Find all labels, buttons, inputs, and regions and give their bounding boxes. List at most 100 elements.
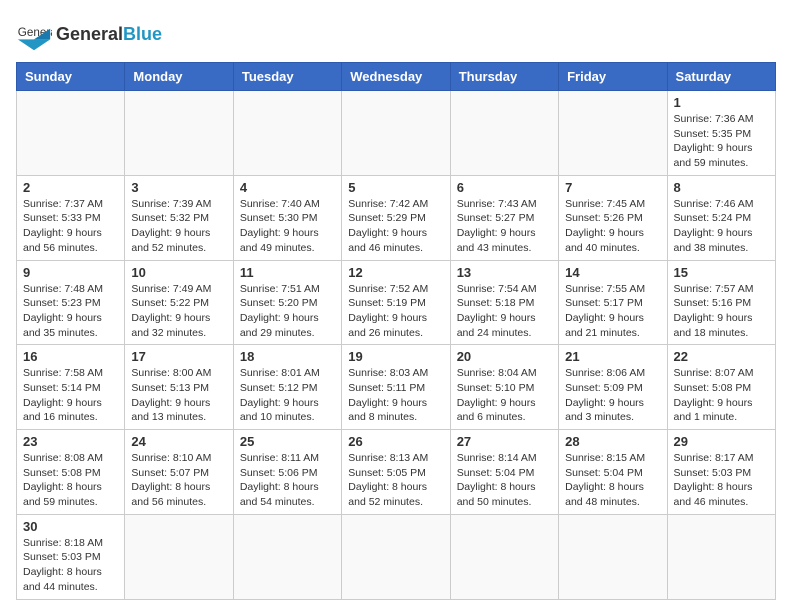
calendar-day-cell: 20 Sunrise: 8:04 AMSunset: 5:10 PMDayligh… <box>450 345 558 430</box>
calendar-day-cell <box>342 91 450 176</box>
day-number: 30 <box>23 519 118 534</box>
calendar-week-row: 23 Sunrise: 8:08 AMSunset: 5:08 PMDayligh… <box>17 430 776 515</box>
weekday-header-tuesday: Tuesday <box>233 63 341 91</box>
day-info: Sunrise: 7:39 AMSunset: 5:32 PMDaylight:… <box>131 197 226 256</box>
calendar-day-cell <box>667 514 775 599</box>
calendar-day-cell <box>233 91 341 176</box>
calendar-week-row: 16Sunrise: 7:58 AMSunset: 5:14 PMDayligh… <box>17 345 776 430</box>
calendar-day-cell: 10 Sunrise: 7:49 AMSunset: 5:22 PMDayligh… <box>125 260 233 345</box>
day-info: Sunrise: 8:04 AMSunset: 5:10 PMDaylight:… <box>457 366 552 425</box>
day-info: Sunrise: 8:06 AMSunset: 5:09 PMDaylight:… <box>565 366 660 425</box>
day-number: 1 <box>674 95 769 110</box>
day-number: 12 <box>348 265 443 280</box>
day-info: Sunrise: 8:01 AMSunset: 5:12 PMDaylight:… <box>240 366 335 425</box>
calendar-day-cell: 14 Sunrise: 7:55 AMSunset: 5:17 PMDayligh… <box>559 260 667 345</box>
day-info: Sunrise: 7:36 AMSunset: 5:35 PMDaylight:… <box>674 112 769 171</box>
weekday-header-wednesday: Wednesday <box>342 63 450 91</box>
calendar-week-row: 30 Sunrise: 8:18 AMSunset: 5:03 PMDayligh… <box>17 514 776 599</box>
calendar-day-cell: 15Sunrise: 7:57 AMSunset: 5:16 PMDayligh… <box>667 260 775 345</box>
day-number: 10 <box>131 265 226 280</box>
calendar-week-row: 2 Sunrise: 7:37 AMSunset: 5:33 PMDaylight… <box>17 175 776 260</box>
calendar-day-cell: 24 Sunrise: 8:10 AMSunset: 5:07 PMDayligh… <box>125 430 233 515</box>
day-info: Sunrise: 7:42 AMSunset: 5:29 PMDaylight:… <box>348 197 443 256</box>
day-info: Sunrise: 8:08 AMSunset: 5:08 PMDaylight:… <box>23 451 118 510</box>
calendar-week-row: 1 Sunrise: 7:36 AMSunset: 5:35 PMDaylight… <box>17 91 776 176</box>
day-info: Sunrise: 7:54 AMSunset: 5:18 PMDaylight:… <box>457 282 552 341</box>
day-number: 14 <box>565 265 660 280</box>
weekday-header-row: SundayMondayTuesdayWednesdayThursdayFrid… <box>17 63 776 91</box>
calendar-table: SundayMondayTuesdayWednesdayThursdayFrid… <box>16 62 776 600</box>
calendar-day-cell: 23 Sunrise: 8:08 AMSunset: 5:08 PMDayligh… <box>17 430 125 515</box>
day-info: Sunrise: 7:51 AMSunset: 5:20 PMDaylight:… <box>240 282 335 341</box>
day-number: 22 <box>674 349 769 364</box>
day-number: 29 <box>674 434 769 449</box>
calendar-week-row: 9Sunrise: 7:48 AMSunset: 5:23 PMDaylight… <box>17 260 776 345</box>
day-info: Sunrise: 8:03 AMSunset: 5:11 PMDaylight:… <box>348 366 443 425</box>
calendar-day-cell: 3 Sunrise: 7:39 AMSunset: 5:32 PMDaylight… <box>125 175 233 260</box>
calendar-day-cell <box>559 514 667 599</box>
weekday-header-monday: Monday <box>125 63 233 91</box>
calendar-day-cell: 18 Sunrise: 8:01 AMSunset: 5:12 PMDayligh… <box>233 345 341 430</box>
calendar-day-cell <box>17 91 125 176</box>
day-number: 28 <box>565 434 660 449</box>
calendar-day-cell: 16Sunrise: 7:58 AMSunset: 5:14 PMDayligh… <box>17 345 125 430</box>
day-number: 4 <box>240 180 335 195</box>
calendar-day-cell <box>450 91 558 176</box>
day-info: Sunrise: 8:00 AMSunset: 5:13 PMDaylight:… <box>131 366 226 425</box>
day-number: 6 <box>457 180 552 195</box>
calendar-day-cell <box>125 91 233 176</box>
day-number: 15 <box>674 265 769 280</box>
day-number: 3 <box>131 180 226 195</box>
calendar-day-cell: 27 Sunrise: 8:14 AMSunset: 5:04 PMDayligh… <box>450 430 558 515</box>
weekday-header-sunday: Sunday <box>17 63 125 91</box>
day-info: Sunrise: 7:55 AMSunset: 5:17 PMDaylight:… <box>565 282 660 341</box>
calendar-day-cell <box>233 514 341 599</box>
calendar-day-cell: 2 Sunrise: 7:37 AMSunset: 5:33 PMDaylight… <box>17 175 125 260</box>
day-number: 27 <box>457 434 552 449</box>
calendar-day-cell: 25Sunrise: 8:11 AMSunset: 5:06 PMDayligh… <box>233 430 341 515</box>
logo-text: GeneralBlue <box>56 24 162 45</box>
calendar-day-cell: 12Sunrise: 7:52 AMSunset: 5:19 PMDayligh… <box>342 260 450 345</box>
calendar-day-cell: 26 Sunrise: 8:13 AMSunset: 5:05 PMDayligh… <box>342 430 450 515</box>
calendar-day-cell: 5 Sunrise: 7:42 AMSunset: 5:29 PMDaylight… <box>342 175 450 260</box>
day-info: Sunrise: 7:43 AMSunset: 5:27 PMDaylight:… <box>457 197 552 256</box>
day-number: 2 <box>23 180 118 195</box>
calendar-day-cell: 6 Sunrise: 7:43 AMSunset: 5:27 PMDaylight… <box>450 175 558 260</box>
logo: General GeneralBlue <box>16 16 162 52</box>
day-number: 26 <box>348 434 443 449</box>
day-number: 19 <box>348 349 443 364</box>
page-header: General GeneralBlue <box>16 16 776 52</box>
day-info: Sunrise: 7:49 AMSunset: 5:22 PMDaylight:… <box>131 282 226 341</box>
calendar-day-cell: 19 Sunrise: 8:03 AMSunset: 5:11 PMDayligh… <box>342 345 450 430</box>
day-info: Sunrise: 8:18 AMSunset: 5:03 PMDaylight:… <box>23 536 118 595</box>
day-info: Sunrise: 7:46 AMSunset: 5:24 PMDaylight:… <box>674 197 769 256</box>
calendar-day-cell: 9Sunrise: 7:48 AMSunset: 5:23 PMDaylight… <box>17 260 125 345</box>
day-number: 20 <box>457 349 552 364</box>
day-number: 5 <box>348 180 443 195</box>
day-info: Sunrise: 8:11 AMSunset: 5:06 PMDaylight:… <box>240 451 335 510</box>
day-info: Sunrise: 8:10 AMSunset: 5:07 PMDaylight:… <box>131 451 226 510</box>
day-number: 18 <box>240 349 335 364</box>
day-number: 16 <box>23 349 118 364</box>
day-info: Sunrise: 8:07 AMSunset: 5:08 PMDaylight:… <box>674 366 769 425</box>
calendar-day-cell: 22 Sunrise: 8:07 AMSunset: 5:08 PMDayligh… <box>667 345 775 430</box>
calendar-day-cell <box>342 514 450 599</box>
calendar-day-cell: 4Sunrise: 7:40 AMSunset: 5:30 PMDaylight… <box>233 175 341 260</box>
day-number: 17 <box>131 349 226 364</box>
day-number: 23 <box>23 434 118 449</box>
calendar-day-cell: 30 Sunrise: 8:18 AMSunset: 5:03 PMDayligh… <box>17 514 125 599</box>
day-number: 24 <box>131 434 226 449</box>
calendar-day-cell <box>559 91 667 176</box>
weekday-header-friday: Friday <box>559 63 667 91</box>
day-info: Sunrise: 7:37 AMSunset: 5:33 PMDaylight:… <box>23 197 118 256</box>
day-number: 11 <box>240 265 335 280</box>
day-info: Sunrise: 7:45 AMSunset: 5:26 PMDaylight:… <box>565 197 660 256</box>
weekday-header-saturday: Saturday <box>667 63 775 91</box>
day-number: 9 <box>23 265 118 280</box>
generalblue-logo-icon: General <box>16 16 52 52</box>
calendar-day-cell <box>125 514 233 599</box>
day-info: Sunrise: 8:14 AMSunset: 5:04 PMDaylight:… <box>457 451 552 510</box>
day-info: Sunrise: 8:13 AMSunset: 5:05 PMDaylight:… <box>348 451 443 510</box>
day-number: 13 <box>457 265 552 280</box>
weekday-header-thursday: Thursday <box>450 63 558 91</box>
